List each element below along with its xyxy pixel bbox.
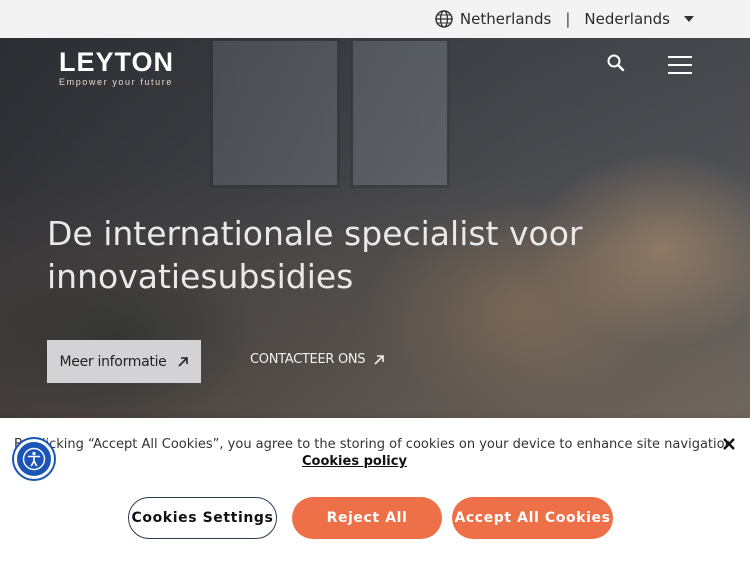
more-info-label: Meer informatie <box>59 353 167 370</box>
logo-tagline: Empower your future <box>59 77 173 87</box>
accessibility-icon[interactable] <box>14 439 54 479</box>
caret-down-icon[interactable] <box>684 16 694 22</box>
language-selector[interactable]: Nederlands <box>584 10 670 28</box>
contact-link[interactable]: CONTACTEER ONS <box>250 352 385 367</box>
contact-link-label: CONTACTEER ONS <box>250 352 366 367</box>
cookie-banner: By clicking “Accept All Cookies”, you ag… <box>0 418 750 563</box>
cookies-settings-button[interactable]: Cookies Settings <box>128 497 277 539</box>
reject-all-button[interactable]: Reject All <box>292 497 442 539</box>
cookie-policy-wrapper: Cookies policy <box>300 454 407 469</box>
hamburger-menu-icon[interactable] <box>668 56 692 76</box>
headline-line-1: De internationale specialist voor <box>47 214 583 253</box>
more-info-button[interactable]: Meer informatie <box>47 340 201 383</box>
cookie-message: By clicking “Accept All Cookies”, you ag… <box>14 436 729 454</box>
globe-icon[interactable] <box>434 9 454 29</box>
cookie-policy-link[interactable]: Cookies policy <box>302 454 407 469</box>
headline-line-2: innovatiesubsidies <box>47 257 354 296</box>
hero-section: LEYTON Empower your future De internatio… <box>0 38 750 418</box>
arrow-up-right-icon <box>177 356 189 368</box>
country-selector[interactable]: Netherlands <box>460 10 551 28</box>
cookie-message-text: By clicking “Accept All Cookies”, you ag… <box>14 437 729 452</box>
top-utility-bar: Netherlands | Nederlands <box>0 0 750 38</box>
topbar-separator: | <box>565 10 571 28</box>
hero-headline: De internationale specialist voor innova… <box>47 212 687 298</box>
close-icon[interactable] <box>721 436 737 452</box>
arrow-up-right-icon <box>373 354 385 366</box>
accept-all-cookies-button[interactable]: Accept All Cookies <box>452 497 613 539</box>
search-icon[interactable] <box>606 53 628 75</box>
leyton-logo[interactable]: LEYTON Empower your future <box>59 48 174 87</box>
logo-wordmark: LEYTON <box>59 47 175 77</box>
